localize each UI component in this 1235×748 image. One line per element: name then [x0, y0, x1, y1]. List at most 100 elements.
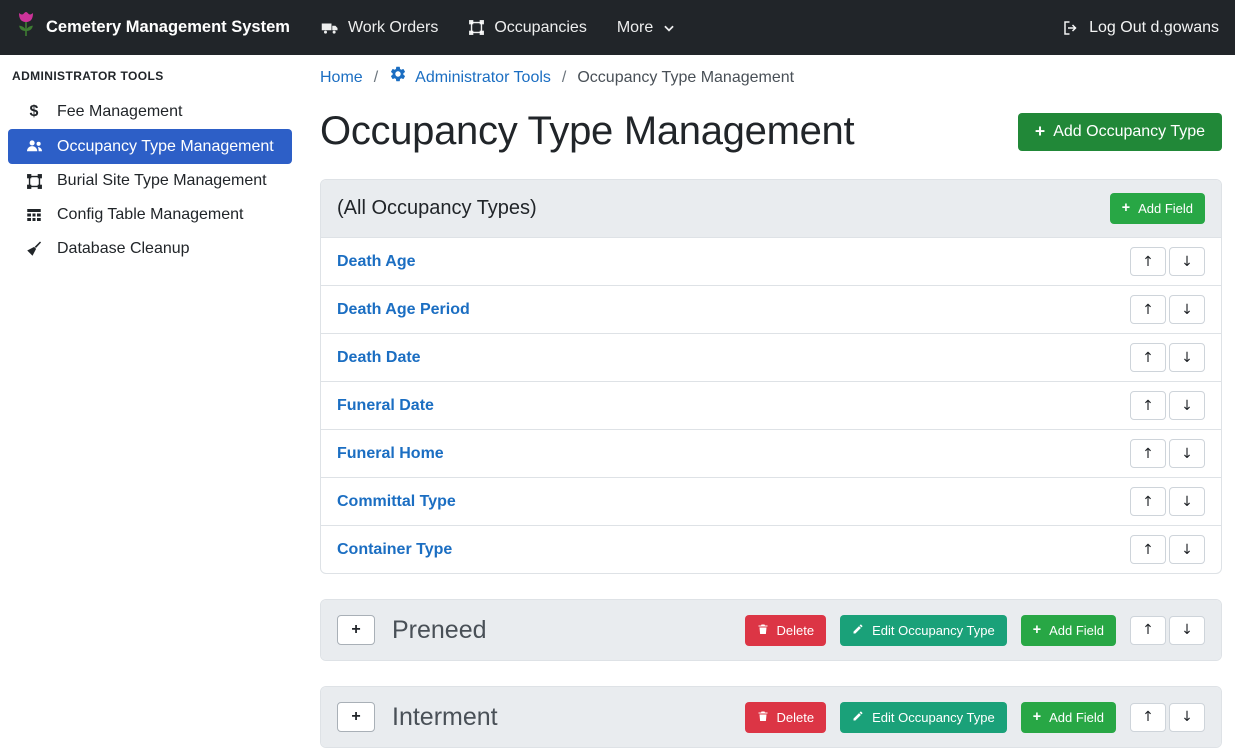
type-actions: Delete Edit Occupancy Type + Add Field ↑ — [745, 615, 1205, 646]
app-brand[interactable]: Cemetery Management System — [16, 12, 290, 43]
nav-more-label: More — [617, 19, 653, 37]
expand-button[interactable]: + — [337, 702, 375, 732]
nav-work-orders[interactable]: Work Orders — [306, 19, 453, 37]
move-down-button[interactable]: ↓ — [1169, 391, 1205, 420]
trash-icon — [757, 623, 769, 638]
nav-occupancies[interactable]: Occupancies — [453, 19, 602, 37]
delete-label: Delete — [777, 710, 815, 725]
edit-label: Edit Occupancy Type — [872, 623, 995, 638]
plus-icon: + — [1033, 710, 1041, 724]
down-arrow-icon: ↓ — [1181, 542, 1193, 558]
nav-occupancies-label: Occupancies — [494, 19, 587, 37]
move-up-button[interactable]: ↑ — [1130, 391, 1166, 420]
nav-more[interactable]: More — [602, 19, 691, 37]
sidebar-item-label: Config Table Management — [57, 206, 244, 224]
type-title: Interment — [392, 699, 498, 735]
move-down-button[interactable]: ↓ — [1169, 616, 1205, 645]
field-link-funeral-date[interactable]: Funeral Date — [337, 392, 434, 419]
move-down-button[interactable]: ↓ — [1169, 487, 1205, 516]
field-link-death-age-period[interactable]: Death Age Period — [337, 296, 470, 323]
plus-icon: + — [1033, 623, 1041, 637]
type-title: Preneed — [392, 612, 487, 648]
sidebar-item-label: Database Cleanup — [57, 240, 190, 258]
truck-icon — [321, 19, 339, 37]
field-link-container-type[interactable]: Container Type — [337, 536, 452, 563]
sidebar-item-config-table-management[interactable]: Config Table Management — [8, 198, 292, 232]
sidebar-item-burial-site-type-management[interactable]: Burial Site Type Management — [8, 164, 292, 198]
sidebar-item-label: Occupancy Type Management — [57, 138, 274, 156]
delete-button[interactable]: Delete — [745, 615, 827, 646]
main-nav: Work Orders Occupancies More — [306, 19, 691, 37]
add-field-label: Add Field — [1049, 710, 1104, 725]
reorder-controls: ↑ ↓ — [1130, 616, 1205, 645]
field-link-committal-type[interactable]: Committal Type — [337, 488, 456, 515]
reorder-controls: ↑ ↓ — [1130, 439, 1205, 468]
up-arrow-icon: ↑ — [1142, 446, 1154, 462]
down-arrow-icon: ↓ — [1181, 446, 1193, 462]
move-up-button[interactable]: ↑ — [1130, 703, 1166, 732]
field-link-funeral-home[interactable]: Funeral Home — [337, 440, 444, 467]
field-link-death-date[interactable]: Death Date — [337, 344, 421, 371]
add-field-button[interactable]: + Add Field — [1021, 615, 1116, 646]
tulip-logo-icon — [16, 12, 36, 43]
field-link-death-age[interactable]: Death Age — [337, 248, 416, 275]
sidebar-item-occupancy-type-management[interactable]: Occupancy Type Management — [8, 129, 292, 164]
breadcrumb-home-label: Home — [320, 66, 363, 90]
move-down-button[interactable]: ↓ — [1169, 703, 1205, 732]
edit-occupancy-type-button[interactable]: Edit Occupancy Type — [840, 615, 1007, 646]
move-down-button[interactable]: ↓ — [1169, 247, 1205, 276]
edit-occupancy-type-button[interactable]: Edit Occupancy Type — [840, 702, 1007, 733]
move-down-button[interactable]: ↓ — [1169, 439, 1205, 468]
nav-work-orders-label: Work Orders — [348, 19, 438, 37]
move-up-button[interactable]: ↑ — [1130, 616, 1166, 645]
reorder-controls: ↑ ↓ — [1130, 295, 1205, 324]
move-up-button[interactable]: ↑ — [1130, 487, 1166, 516]
occupancy-type-card-interment: + Interment Delete Edit Occupancy T — [320, 686, 1222, 748]
field-row: Death Age Period ↑ ↓ — [321, 285, 1221, 333]
move-up-button[interactable]: ↑ — [1130, 439, 1166, 468]
add-field-button[interactable]: + Add Field — [1021, 702, 1116, 733]
sidebar: Administrator Tools $ Fee Management Occ… — [0, 55, 300, 738]
field-row: Death Age ↑ ↓ — [321, 237, 1221, 285]
add-field-button[interactable]: + Add Field — [1110, 193, 1205, 224]
field-row: Container Type ↑ ↓ — [321, 525, 1221, 573]
pencil-icon — [852, 710, 864, 725]
plus-icon: + — [351, 708, 360, 726]
sidebar-item-label: Burial Site Type Management — [57, 172, 267, 190]
add-occupancy-type-button[interactable]: + Add Occupancy Type — [1018, 113, 1222, 151]
field-row: Funeral Home ↑ ↓ — [321, 429, 1221, 477]
logout-button[interactable]: Log Out d.gowans — [1062, 19, 1219, 37]
users-icon — [24, 137, 44, 156]
reorder-controls: ↑ ↓ — [1130, 703, 1205, 732]
up-arrow-icon: ↑ — [1142, 398, 1154, 414]
title-row: Occupancy Type Management + Add Occupanc… — [320, 109, 1222, 154]
table-icon — [24, 206, 44, 224]
move-up-button[interactable]: ↑ — [1130, 535, 1166, 564]
up-arrow-icon: ↑ — [1142, 302, 1154, 318]
move-down-button[interactable]: ↓ — [1169, 295, 1205, 324]
move-down-button[interactable]: ↓ — [1169, 535, 1205, 564]
delete-button[interactable]: Delete — [745, 702, 827, 733]
down-arrow-icon: ↓ — [1181, 398, 1193, 414]
breadcrumb-home[interactable]: Home — [320, 66, 363, 90]
up-arrow-icon: ↑ — [1142, 709, 1154, 725]
down-arrow-icon: ↓ — [1181, 494, 1193, 510]
sidebar-item-label: Fee Management — [57, 103, 182, 121]
sidebar-item-database-cleanup[interactable]: Database Cleanup — [8, 232, 292, 266]
move-up-button[interactable]: ↑ — [1130, 343, 1166, 372]
add-field-label: Add Field — [1049, 623, 1104, 638]
all-occupancy-types-header: (All Occupancy Types) + Add Field — [321, 180, 1221, 237]
field-row: Death Date ↑ ↓ — [321, 333, 1221, 381]
page-title: Occupancy Type Management — [320, 109, 854, 154]
expand-button[interactable]: + — [337, 615, 375, 645]
move-up-button[interactable]: ↑ — [1130, 295, 1166, 324]
chevron-down-icon — [662, 21, 676, 35]
trash-icon — [757, 710, 769, 725]
move-up-button[interactable]: ↑ — [1130, 247, 1166, 276]
sidebar-item-fee-management[interactable]: $ Fee Management — [8, 95, 292, 129]
card-title: (All Occupancy Types) — [337, 195, 537, 222]
logout-icon — [1062, 19, 1080, 37]
move-down-button[interactable]: ↓ — [1169, 343, 1205, 372]
breadcrumb-administrator-tools[interactable]: Administrator Tools — [389, 65, 551, 91]
add-field-label: Add Field — [1138, 201, 1193, 216]
